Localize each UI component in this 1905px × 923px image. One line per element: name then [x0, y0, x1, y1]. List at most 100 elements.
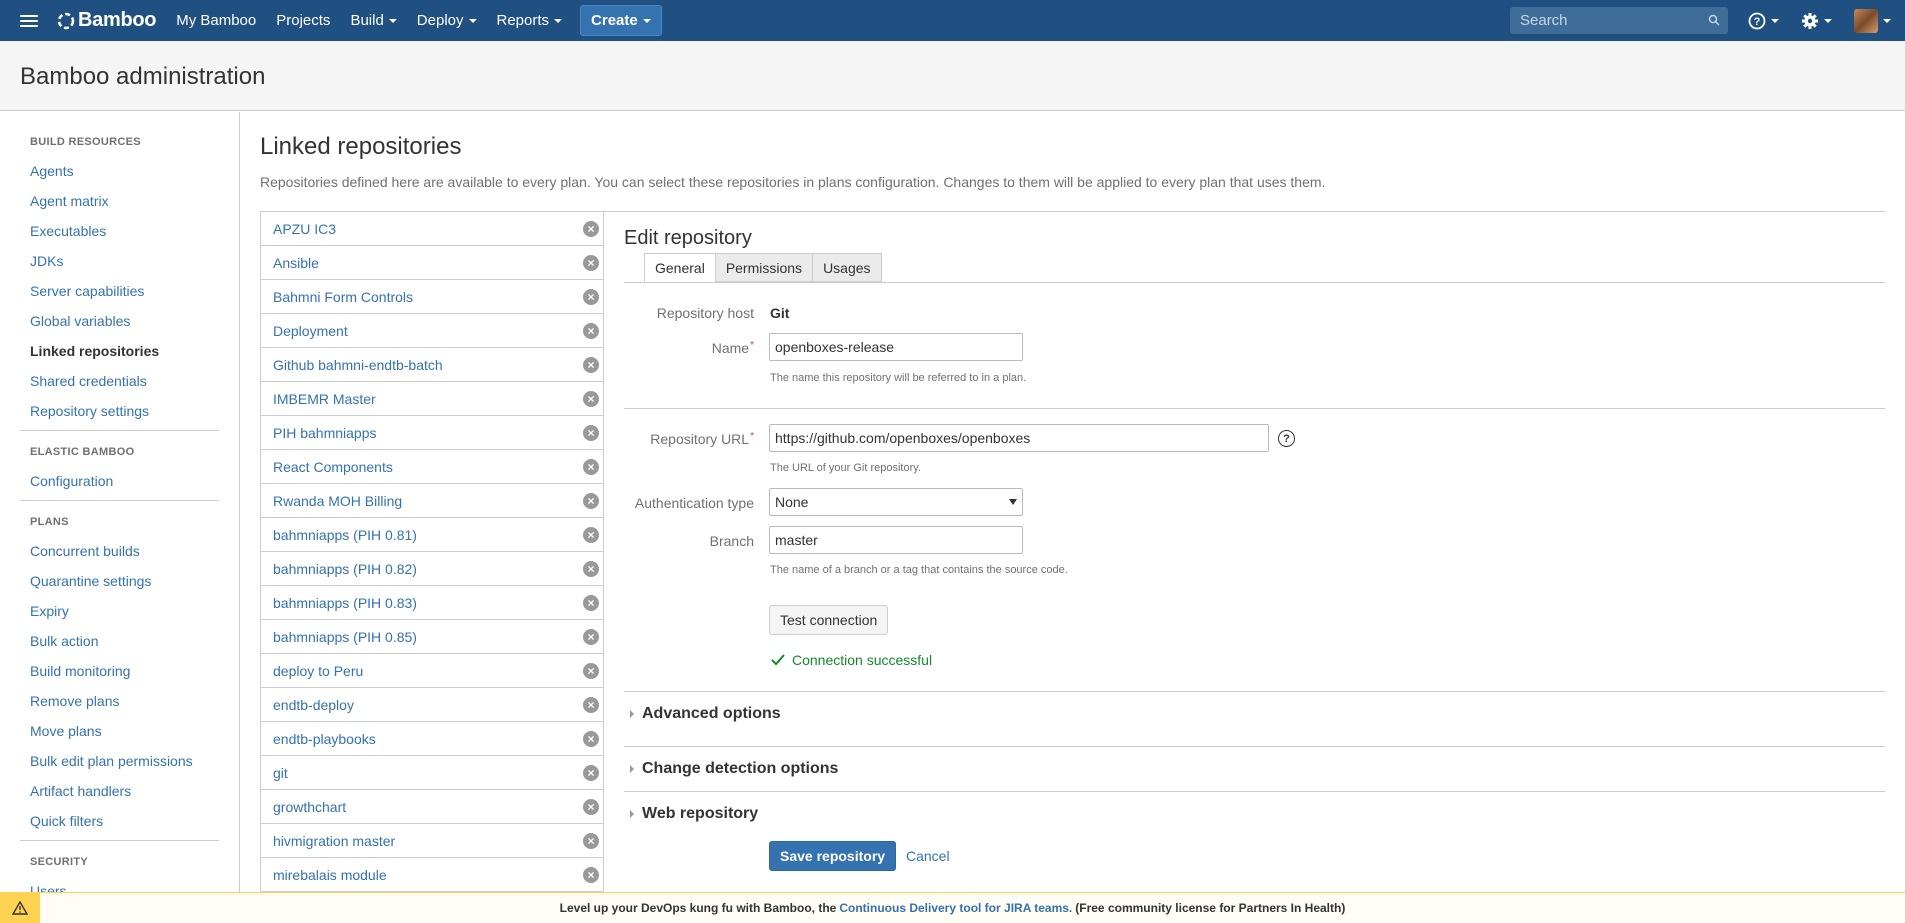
- sidebar-item-repository-settings[interactable]: Repository settings: [30, 403, 149, 419]
- list-item[interactable]: Ansible ×: [261, 246, 603, 280]
- delete-icon[interactable]: ×: [583, 560, 599, 577]
- list-item[interactable]: APZU IC3 ×: [261, 212, 603, 246]
- delete-icon[interactable]: ×: [583, 458, 599, 475]
- delete-icon[interactable]: ×: [583, 730, 599, 747]
- nav-deploy[interactable]: Deploy: [417, 12, 477, 29]
- banner-link[interactable]: Continuous Delivery tool for JIRA teams.: [839, 901, 1072, 915]
- list-item[interactable]: PIH bahmniapps ×: [261, 416, 603, 450]
- list-item[interactable]: Github bahmni-endtb-batch ×: [261, 348, 603, 382]
- list-item[interactable]: bahmniapps (PIH 0.83) ×: [261, 586, 603, 620]
- list-item[interactable]: growthchart ×: [261, 790, 603, 824]
- delete-icon[interactable]: ×: [583, 526, 599, 543]
- sidebar-item-shared-credentials[interactable]: Shared credentials: [30, 373, 147, 389]
- sidebar-item-bulk-edit-plan-permissions[interactable]: Bulk edit plan permissions: [30, 753, 193, 769]
- sidebar-item-server-capabilities[interactable]: Server capabilities: [30, 283, 144, 299]
- sidebar-item-jdks[interactable]: JDKs: [30, 253, 63, 269]
- list-item[interactable]: Bahmni Form Controls ×: [261, 280, 603, 314]
- delete-icon[interactable]: ×: [583, 390, 599, 407]
- delete-icon[interactable]: ×: [583, 356, 599, 373]
- repository-link[interactable]: React Components: [273, 459, 393, 475]
- list-item[interactable]: git ×: [261, 756, 603, 790]
- sidebar-item-linked-repositories[interactable]: Linked repositories: [30, 343, 159, 359]
- delete-icon[interactable]: ×: [583, 322, 599, 339]
- authentication-type-select[interactable]: None: [769, 488, 1023, 516]
- sidebar-item-artifact-handlers[interactable]: Artifact handlers: [30, 783, 131, 799]
- save-repository-button[interactable]: Save repository: [769, 841, 897, 871]
- web-repository-toggle[interactable]: Web repository: [624, 805, 758, 823]
- list-item[interactable]: endtb-playbooks ×: [261, 722, 603, 756]
- sidebar-item-bulk-action[interactable]: Bulk action: [30, 633, 98, 649]
- bamboo-logo[interactable]: Bamboo: [57, 9, 157, 32]
- cancel-link[interactable]: Cancel: [906, 848, 950, 864]
- repository-link[interactable]: Github bahmni-endtb-batch: [273, 357, 443, 373]
- sidebar-item-concurrent-builds[interactable]: Concurrent builds: [30, 543, 140, 559]
- list-item[interactable]: bahmniapps (PIH 0.81) ×: [261, 518, 603, 552]
- tab-usages[interactable]: Usages: [812, 253, 882, 282]
- nav-my-bamboo[interactable]: My Bamboo: [176, 12, 256, 29]
- list-item[interactable]: hivmigration master ×: [261, 824, 603, 858]
- repository-link[interactable]: Bahmni Form Controls: [273, 289, 413, 305]
- delete-icon[interactable]: ×: [583, 832, 599, 849]
- tab-permissions[interactable]: Permissions: [714, 253, 814, 282]
- repository-link[interactable]: growthchart: [273, 799, 346, 815]
- test-connection-button[interactable]: Test connection: [769, 605, 889, 635]
- list-item[interactable]: bahmniapps (PIH 0.82) ×: [261, 552, 603, 586]
- sidebar-item-configuration[interactable]: Configuration: [30, 473, 113, 489]
- list-item[interactable]: mirebalais module ×: [261, 858, 603, 892]
- user-menu[interactable]: [1854, 8, 1891, 33]
- name-field[interactable]: openboxes-release: [769, 333, 1023, 361]
- list-item[interactable]: endtb-deploy ×: [261, 688, 603, 722]
- list-item[interactable]: deploy to Peru ×: [261, 654, 603, 688]
- repository-link[interactable]: git: [273, 765, 288, 781]
- nav-reports[interactable]: Reports: [497, 12, 563, 29]
- repository-link[interactable]: IMBEMR Master: [273, 391, 376, 407]
- delete-icon[interactable]: ×: [583, 798, 599, 815]
- help-icon[interactable]: ?: [1278, 430, 1295, 447]
- delete-icon[interactable]: ×: [583, 492, 599, 509]
- nav-projects[interactable]: Projects: [276, 12, 330, 29]
- menu-icon[interactable]: [20, 14, 38, 27]
- list-item[interactable]: Deployment ×: [261, 314, 603, 348]
- repository-link[interactable]: PIH bahmniapps: [273, 425, 377, 441]
- sidebar-item-remove-plans[interactable]: Remove plans: [30, 693, 120, 709]
- repository-link[interactable]: hivmigration master: [273, 833, 395, 849]
- repository-link[interactable]: deploy to Peru: [273, 663, 363, 679]
- delete-icon[interactable]: ×: [583, 764, 599, 781]
- branch-field[interactable]: master: [769, 526, 1023, 554]
- sidebar-item-quick-filters[interactable]: Quick filters: [30, 813, 103, 829]
- delete-icon[interactable]: ×: [583, 254, 599, 271]
- repository-url-field[interactable]: https://github.com/openboxes/openboxes: [769, 424, 1269, 452]
- list-item[interactable]: IMBEMR Master ×: [261, 382, 603, 416]
- list-item[interactable]: Rwanda MOH Billing ×: [261, 484, 603, 518]
- repository-link[interactable]: bahmniapps (PIH 0.83): [273, 595, 417, 611]
- repository-link[interactable]: bahmniapps (PIH 0.81): [273, 527, 417, 543]
- repository-link[interactable]: mirebalais module: [273, 867, 387, 883]
- repository-link[interactable]: endtb-deploy: [273, 697, 354, 713]
- sidebar-item-global-variables[interactable]: Global variables: [30, 313, 130, 329]
- sidebar-item-build-monitoring[interactable]: Build monitoring: [30, 663, 130, 679]
- nav-build[interactable]: Build: [350, 12, 397, 29]
- repository-link[interactable]: Ansible: [273, 255, 319, 271]
- change-detection-toggle[interactable]: Change detection options: [624, 760, 838, 778]
- delete-icon[interactable]: ×: [583, 220, 599, 237]
- delete-icon[interactable]: ×: [583, 424, 599, 441]
- sidebar-item-users[interactable]: Users: [30, 883, 67, 892]
- delete-icon[interactable]: ×: [583, 288, 599, 305]
- repository-link[interactable]: bahmniapps (PIH 0.82): [273, 561, 417, 577]
- sidebar-item-agent-matrix[interactable]: Agent matrix: [30, 193, 109, 209]
- repository-link[interactable]: bahmniapps (PIH 0.85): [273, 629, 417, 645]
- sidebar-item-quarantine-settings[interactable]: Quarantine settings: [30, 573, 151, 589]
- advanced-options-toggle[interactable]: Advanced options: [624, 705, 781, 723]
- sidebar-item-expiry[interactable]: Expiry: [30, 603, 69, 619]
- sidebar-item-agents[interactable]: Agents: [30, 163, 74, 179]
- tab-general[interactable]: General: [644, 253, 716, 282]
- delete-icon[interactable]: ×: [583, 662, 599, 679]
- delete-icon[interactable]: ×: [583, 696, 599, 713]
- delete-icon[interactable]: ×: [583, 628, 599, 645]
- delete-icon[interactable]: ×: [583, 594, 599, 611]
- list-item[interactable]: React Components ×: [261, 450, 603, 484]
- search-input[interactable]: Search: [1510, 7, 1728, 34]
- delete-icon[interactable]: ×: [583, 866, 599, 883]
- help-menu[interactable]: ?: [1748, 12, 1779, 30]
- repository-link[interactable]: Rwanda MOH Billing: [273, 493, 402, 509]
